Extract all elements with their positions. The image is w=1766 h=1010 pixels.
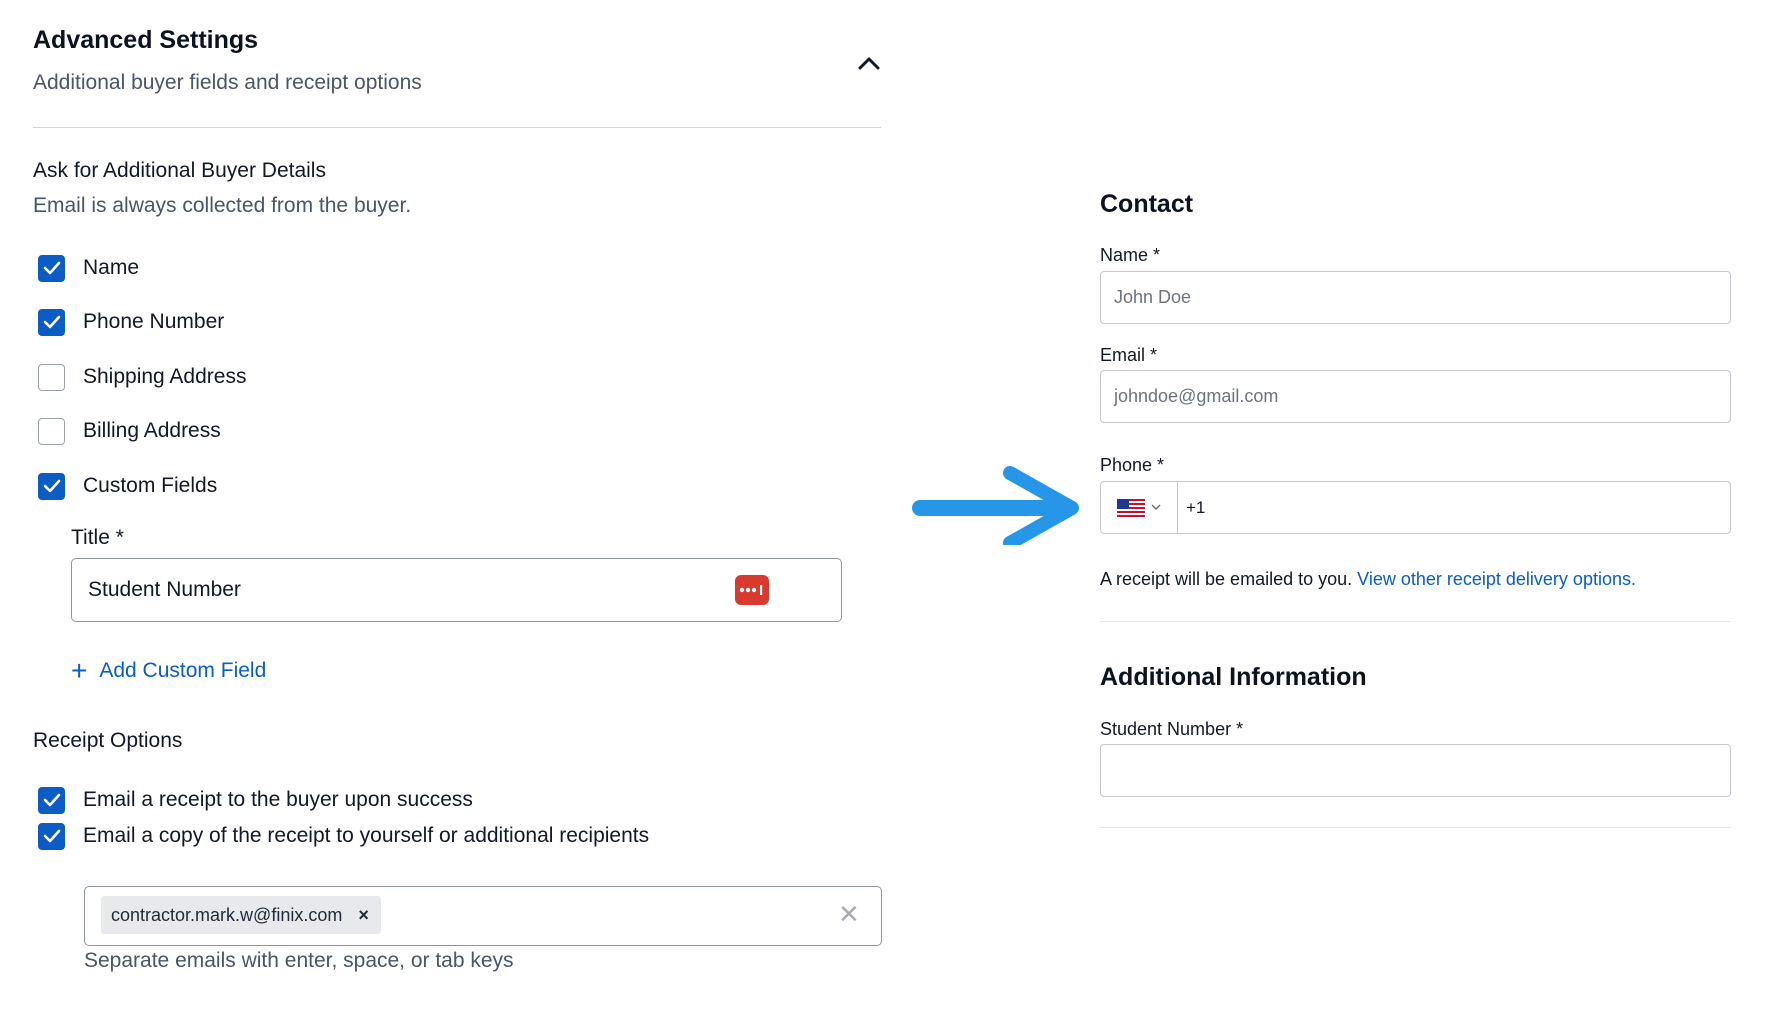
checkbox-label: Email a copy of the receipt to yourself … [83, 824, 650, 847]
chip-remove-icon[interactable]: × [358, 905, 369, 926]
custom-field-title-input[interactable]: Student Number [71, 558, 842, 622]
receipt-info-text: A receipt will be emailed to you. [1100, 569, 1353, 589]
checkbox-label: Shipping Address [83, 365, 247, 388]
country-selector[interactable] [1101, 482, 1178, 533]
section-divider [33, 127, 881, 128]
checkbox-label: Billing Address [83, 419, 221, 442]
checkbox-email-receipt-copy[interactable]: Email a copy of the receipt to yourself … [38, 821, 649, 851]
checkbox-label: Custom Fields [83, 474, 218, 497]
add-custom-field-button[interactable]: + Add Custom Field [71, 657, 266, 685]
contact-heading: Contact [1100, 190, 1194, 218]
arrow-right-icon [912, 466, 1079, 545]
receipt-info: A receipt will be emailed to you. View o… [1100, 569, 1636, 590]
checkbox-checked-icon[interactable] [38, 822, 65, 850]
chevron-up-icon [858, 57, 880, 70]
recipient-chip-email: contractor.mark.w@finix.com [111, 904, 343, 925]
checkbox-checked-icon[interactable] [38, 472, 65, 500]
checkbox-billing-address[interactable]: Billing Address [38, 416, 221, 446]
student-number-label: Student Number * [1100, 719, 1244, 739]
checkbox-checked-icon[interactable] [38, 786, 65, 814]
checkbox-label: Phone Number [83, 310, 225, 333]
add-custom-field-label: Add Custom Field [99, 659, 267, 682]
clear-input-icon[interactable]: ✕ [838, 899, 860, 930]
additional-info-heading: Additional Information [1100, 663, 1367, 691]
checkbox-email-receipt-buyer[interactable]: Email a receipt to the buyer upon succes… [38, 785, 473, 815]
checkbox-checked-icon[interactable] [38, 254, 65, 282]
recipient-email-hint: Separate emails with enter, space, or ta… [84, 949, 514, 972]
email-input[interactable]: johndoe@gmail.com [1100, 370, 1731, 423]
checkbox-unchecked-icon[interactable] [38, 417, 65, 445]
plus-icon: + [71, 655, 88, 686]
phone-country-code: +1 [1186, 497, 1206, 517]
student-number-input[interactable] [1100, 744, 1731, 797]
preview-divider-bottom [1100, 827, 1731, 828]
name-placeholder: John Doe [1114, 287, 1192, 307]
name-input[interactable]: John Doe [1100, 271, 1731, 324]
advanced-settings-title: Advanced Settings [33, 26, 259, 54]
receipt-options-link[interactable]: View other receipt delivery options. [1357, 569, 1636, 589]
email-label: Email * [1100, 345, 1158, 365]
phone-input[interactable]: +1 [1100, 481, 1731, 534]
recipient-chip: contractor.mark.w@finix.com × [101, 896, 381, 934]
buyer-details-subtitle: Email is always collected from the buyer… [33, 194, 412, 217]
chevron-down-icon [1151, 504, 1161, 511]
phone-label: Phone * [1100, 455, 1165, 475]
name-label: Name * [1100, 245, 1161, 265]
email-placeholder: johndoe@gmail.com [1114, 386, 1279, 406]
checkbox-custom-fields[interactable]: Custom Fields [38, 471, 217, 501]
checkbox-unchecked-icon[interactable] [38, 363, 65, 391]
checkbox-shipping-address[interactable]: Shipping Address [38, 362, 246, 392]
custom-field-title-value: Student Number [88, 578, 241, 601]
us-flag-icon [1117, 498, 1145, 517]
advanced-settings-subtitle: Additional buyer fields and receipt opti… [33, 71, 422, 94]
password-manager-icon[interactable] [735, 575, 769, 605]
checkbox-checked-icon[interactable] [38, 308, 65, 336]
checkbox-phone-number[interactable]: Phone Number [38, 307, 224, 337]
collapse-button[interactable] [852, 46, 886, 80]
checkbox-label: Name [83, 256, 140, 279]
checkbox-label: Email a receipt to the buyer upon succes… [83, 788, 473, 811]
receipt-options-title: Receipt Options [33, 729, 183, 752]
custom-field-title-label: Title * [71, 526, 124, 549]
checkbox-name[interactable]: Name [38, 253, 139, 283]
preview-divider [1100, 621, 1731, 622]
buyer-details-title: Ask for Additional Buyer Details [33, 159, 326, 182]
